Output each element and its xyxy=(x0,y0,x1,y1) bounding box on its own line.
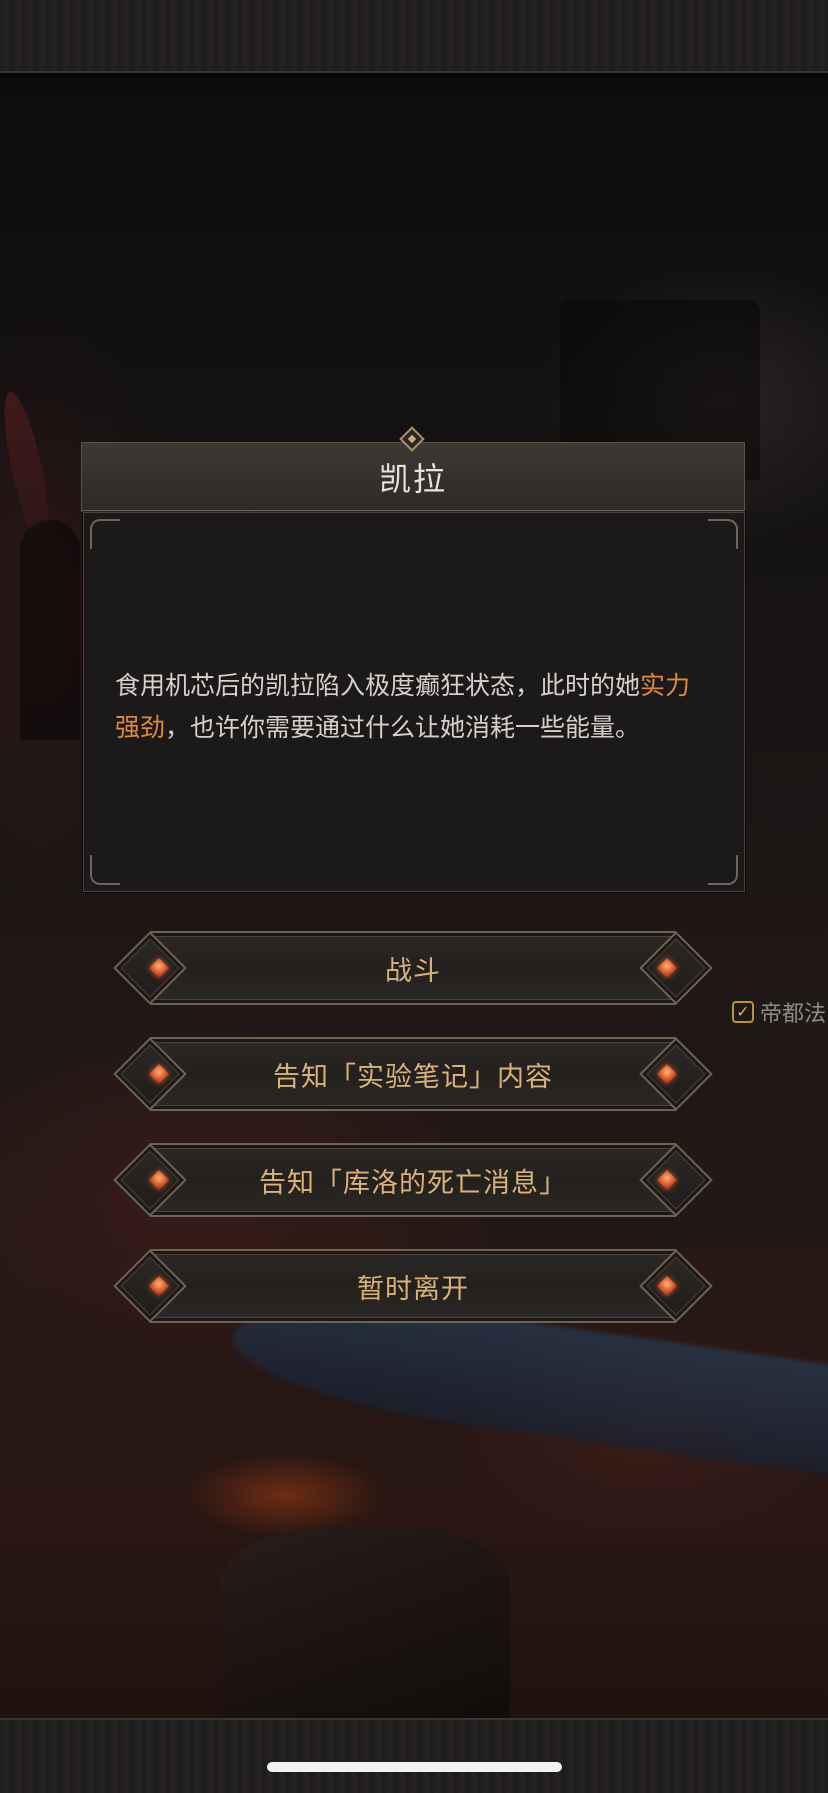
top-frame-bar xyxy=(0,0,828,73)
choice-label: 暂时离开 xyxy=(357,1273,469,1305)
side-quest-label: 帝都法 xyxy=(760,1002,827,1027)
checkbox-checked-icon: ✓ xyxy=(732,1001,754,1023)
home-indicator[interactable] xyxy=(267,1762,562,1772)
choice-label: 告知「实验笔记」内容 xyxy=(273,1061,553,1093)
choice-label: 告知「库洛的死亡消息」 xyxy=(259,1167,567,1199)
choice-button-leave[interactable]: 暂时离开 xyxy=(113,1249,713,1323)
bottom-frame-bar xyxy=(0,1718,828,1793)
game-scene-background xyxy=(0,0,828,1793)
scene-tower xyxy=(20,520,80,740)
choice-button-experiment-notes[interactable]: 告知「实验笔记」内容 xyxy=(113,1037,713,1111)
corner-ornament-icon xyxy=(708,855,738,885)
dialog-title-bar: 凯拉 xyxy=(81,442,745,512)
dialog-panel: 食用机芯后的凯拉陷入极度癫狂状态，此时的她实力强劲，也许你需要通过什么让她消耗一… xyxy=(83,512,745,892)
corner-ornament-icon xyxy=(90,855,120,885)
choice-button-fight[interactable]: 战斗 xyxy=(113,931,713,1005)
scene-house-roof xyxy=(220,1525,510,1725)
side-quest-tag[interactable]: ✓ 帝都法 xyxy=(726,995,828,1029)
dialog-text-part2: ，也许你需要通过什么让她消耗一些能量。 xyxy=(165,713,641,742)
corner-ornament-icon xyxy=(90,519,120,549)
corner-ornament-icon xyxy=(708,519,738,549)
choice-label: 战斗 xyxy=(385,955,441,987)
dialog-text: 食用机芯后的凯拉陷入极度癫狂状态，此时的她实力强劲，也许你需要通过什么让她消耗一… xyxy=(115,665,715,749)
dialog-title: 凯拉 xyxy=(378,459,447,498)
choice-button-kuro-death-news[interactable]: 告知「库洛的死亡消息」 xyxy=(113,1143,713,1217)
dialog-text-part1: 食用机芯后的凯拉陷入极度癫狂状态，此时的她 xyxy=(115,671,641,700)
